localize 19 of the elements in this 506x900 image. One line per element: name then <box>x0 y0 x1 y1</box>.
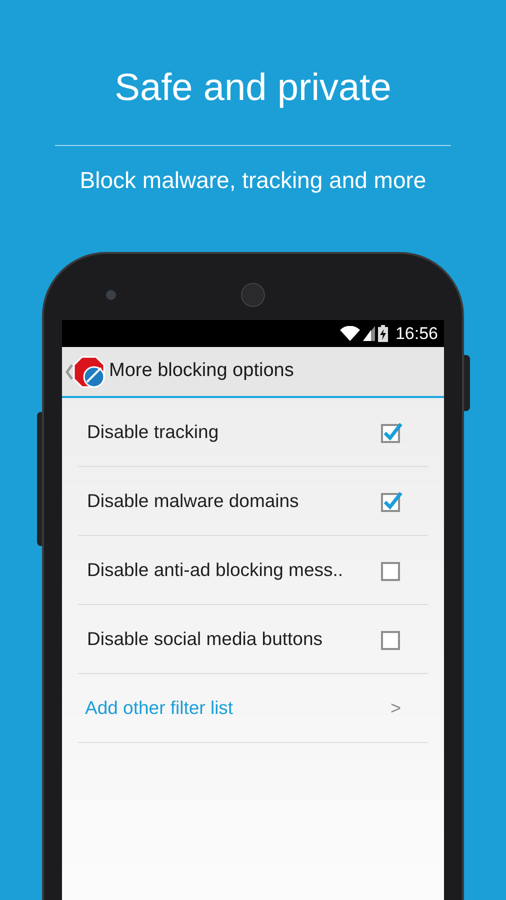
headline: Safe and private <box>114 66 392 111</box>
clock: 16:56 <box>395 322 438 345</box>
checkbox[interactable] <box>381 490 403 512</box>
app-logo-icon[interactable] <box>73 356 105 388</box>
checkbox[interactable] <box>381 421 403 443</box>
back-icon[interactable] <box>65 364 73 380</box>
setting-label[interactable]: Disable tracking <box>87 418 219 446</box>
setting-label[interactable]: Disable malware domains <box>87 487 299 515</box>
setting-label[interactable]: Disable social media buttons <box>87 625 322 653</box>
checkbox[interactable] <box>381 559 403 581</box>
speaker-icon <box>241 283 265 307</box>
screen-title: More blocking options <box>109 359 294 384</box>
battery-icon <box>378 325 388 342</box>
setting-label[interactable]: Disable anti-ad blocking mess.. <box>87 556 344 584</box>
subheadline: Block malware, tracking and more <box>80 166 426 195</box>
camera-icon <box>106 290 116 300</box>
checkbox[interactable] <box>381 628 403 650</box>
signal-icon <box>363 326 376 341</box>
wifi-icon <box>340 326 360 341</box>
